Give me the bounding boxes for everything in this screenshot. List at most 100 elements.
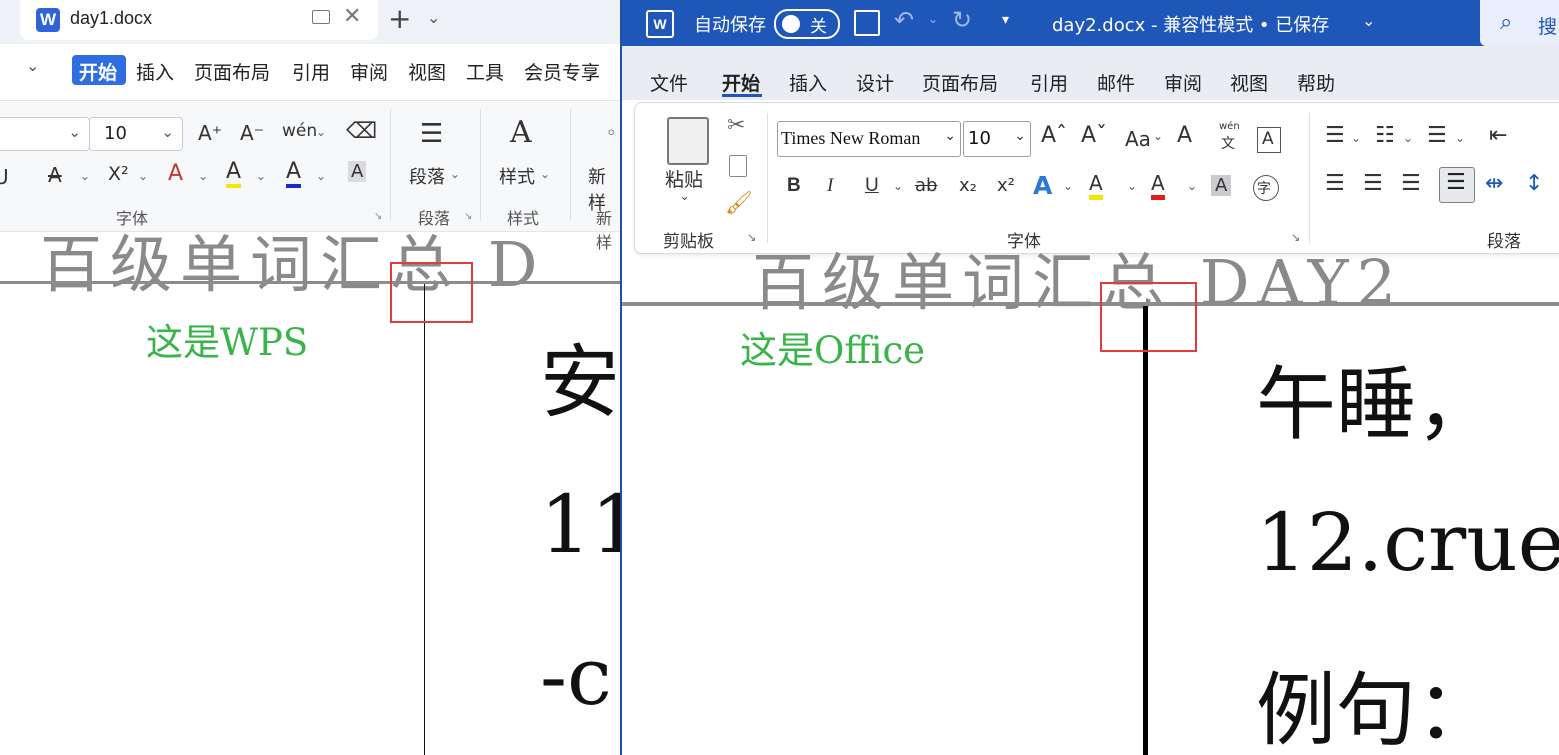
chevron-down-icon[interactable]: ⌄ — [1455, 131, 1465, 145]
search-box[interactable]: ⌕ 搜 — [1480, 0, 1559, 46]
paragraph-icon[interactable]: ☰ — [420, 119, 443, 149]
superscript-icon[interactable]: x² — [997, 175, 1015, 196]
chevron-down-icon[interactable]: ⌄ — [138, 169, 148, 183]
align-left-icon[interactable]: ☰ — [1325, 171, 1345, 196]
chevron-down-icon[interactable]: ⌄ — [1351, 131, 1361, 145]
align-center-icon[interactable]: ☰ — [1363, 171, 1383, 196]
align-right-icon[interactable]: ☰ — [1401, 171, 1421, 196]
styles-button[interactable]: 样式 — [499, 163, 535, 189]
styles-icon[interactable]: A — [510, 115, 532, 150]
chevron-down-icon[interactable]: ⌄ — [427, 8, 440, 27]
char-border-icon[interactable]: A — [1257, 127, 1281, 153]
tab-file[interactable]: 文件 — [650, 69, 688, 96]
change-case-icon[interactable]: Aa — [1125, 127, 1151, 151]
phonetic-guide-icon[interactable]: wén — [282, 121, 317, 141]
line-spacing-icon[interactable]: ↕ — [1525, 171, 1543, 196]
decrease-indent-icon[interactable]: ⇤ — [1489, 123, 1507, 148]
cut-icon[interactable]: ✂ — [727, 113, 745, 138]
chevron-down-icon[interactable]: ⌄ — [1362, 11, 1375, 30]
chevron-down-icon[interactable]: ⌄ — [198, 169, 208, 183]
font-color-icon[interactable]: A — [286, 159, 302, 188]
italic-icon[interactable]: I — [827, 175, 833, 197]
close-icon[interactable]: ✕ — [343, 4, 361, 29]
chevron-down-icon[interactable]: ⌄ — [1063, 179, 1073, 193]
char-shading-icon[interactable]: A — [1211, 175, 1232, 196]
underline-icon[interactable]: U — [0, 165, 9, 189]
strikethrough-icon[interactable]: A — [48, 163, 62, 187]
font-size-select[interactable]: 10 ⌄ — [89, 117, 183, 151]
undo-icon[interactable]: ↶ — [894, 6, 914, 34]
monitor-icon[interactable] — [312, 10, 330, 24]
superscript-icon[interactable]: X² — [108, 163, 129, 185]
tab-mailings[interactable]: 邮件 — [1097, 69, 1135, 96]
highlight-icon[interactable]: A — [1089, 171, 1103, 200]
chevron-down-icon[interactable]: ⌄ — [1187, 179, 1197, 193]
font-color-icon[interactable]: A — [1151, 171, 1165, 200]
clear-formatting-icon[interactable]: A — [1177, 123, 1192, 148]
tab-view[interactable]: 视图 — [1230, 69, 1268, 96]
distributed-icon[interactable]: ⇹ — [1485, 171, 1503, 196]
subscript-icon[interactable]: x₂ — [959, 175, 977, 196]
font-name-select[interactable]: ⌄ — [0, 117, 90, 151]
autosave-toggle[interactable]: 关 — [774, 9, 840, 39]
menu-insert[interactable]: 插入 — [136, 58, 174, 85]
grow-font-icon[interactable]: Aˆ — [1041, 123, 1067, 148]
underline-icon[interactable]: U — [865, 175, 879, 197]
new-style-icon[interactable]: ◦ — [606, 123, 617, 144]
font-size-select[interactable]: 10 ⌄ — [963, 121, 1031, 157]
multilevel-list-icon[interactable]: ☰ — [1427, 123, 1447, 148]
paste-icon[interactable] — [667, 117, 709, 165]
menu-references[interactable]: 引用 — [292, 58, 330, 85]
format-painter-icon[interactable]: 🖌 — [725, 191, 753, 216]
shrink-font-icon[interactable]: A⁻ — [240, 121, 264, 145]
chevron-down-icon[interactable]: ⌄ — [316, 125, 326, 139]
menu-home[interactable]: 开始 — [79, 58, 117, 85]
phonetic-guide-icon[interactable]: wén — [1219, 121, 1240, 132]
tab-insert[interactable]: 插入 — [789, 69, 827, 96]
shrink-font-icon[interactable]: Aˇ — [1081, 123, 1107, 148]
chevron-down-icon[interactable]: ⌄ — [893, 179, 903, 193]
strikethrough-icon[interactable]: ab — [915, 175, 937, 196]
text-effect-icon[interactable]: A — [1033, 171, 1052, 200]
tab-design[interactable]: 设计 — [856, 69, 894, 96]
bold-icon[interactable]: B — [787, 175, 801, 197]
font-name-select[interactable]: Times New Roman ⌄ — [777, 121, 961, 157]
menu-tools[interactable]: 工具 — [466, 58, 504, 85]
new-tab-icon[interactable]: + — [388, 2, 411, 35]
save-icon[interactable] — [854, 10, 880, 36]
chevron-down-icon[interactable]: ⌄ — [1127, 179, 1137, 193]
paragraph-button[interactable]: 段落 — [409, 163, 445, 189]
chevron-down-icon[interactable]: ⌄ — [679, 189, 690, 204]
document-title[interactable]: day2.docx - 兼容性模式 • 已保存 — [1052, 11, 1329, 37]
menu-view[interactable]: 视图 — [408, 58, 446, 85]
numbered-list-icon[interactable]: ☷ — [1375, 123, 1395, 148]
grow-font-icon[interactable]: A⁺ — [198, 121, 222, 145]
menu-review[interactable]: 审阅 — [350, 58, 388, 85]
justify-button[interactable]: ☰ — [1439, 167, 1475, 203]
tab-review[interactable]: 审阅 — [1164, 69, 1202, 96]
customize-toolbar-icon[interactable]: ▾ — [1002, 12, 1009, 28]
paste-button[interactable]: 粘贴 — [665, 165, 703, 192]
tab-home[interactable]: 开始 — [722, 69, 760, 96]
copy-icon[interactable] — [729, 155, 747, 177]
highlight-icon[interactable]: A — [226, 159, 242, 188]
redo-icon[interactable]: ↻ — [952, 6, 972, 34]
wps-tab-title[interactable]: day1.docx — [70, 8, 152, 29]
eraser-icon[interactable]: ⌫ — [346, 119, 377, 144]
bullet-list-icon[interactable]: ☰ — [1325, 123, 1345, 148]
menu-member[interactable]: 会员专享 — [524, 58, 600, 85]
menu-page-layout[interactable]: 页面布局 — [194, 58, 270, 85]
tab-references[interactable]: 引用 — [1030, 69, 1068, 96]
tab-help[interactable]: 帮助 — [1297, 69, 1335, 96]
chevron-down-icon[interactable]: ⌄ — [928, 12, 938, 26]
enclose-char-icon[interactable]: 字 — [1253, 175, 1279, 201]
chevron-down-icon[interactable]: ⌄ — [1153, 129, 1163, 143]
chevron-down-icon[interactable]: ⌄ — [26, 56, 39, 75]
text-effect-icon[interactable]: A — [168, 161, 183, 186]
tab-layout[interactable]: 页面布局 — [922, 69, 998, 96]
chevron-down-icon[interactable]: ⌄ — [80, 169, 90, 183]
chevron-down-icon[interactable]: ⌄ — [316, 169, 326, 183]
chevron-down-icon[interactable]: ⌄ — [1403, 131, 1413, 145]
menu-overflow-icon[interactable]: ˇ — [0, 54, 1, 75]
chevron-down-icon[interactable]: ⌄ — [256, 169, 266, 183]
